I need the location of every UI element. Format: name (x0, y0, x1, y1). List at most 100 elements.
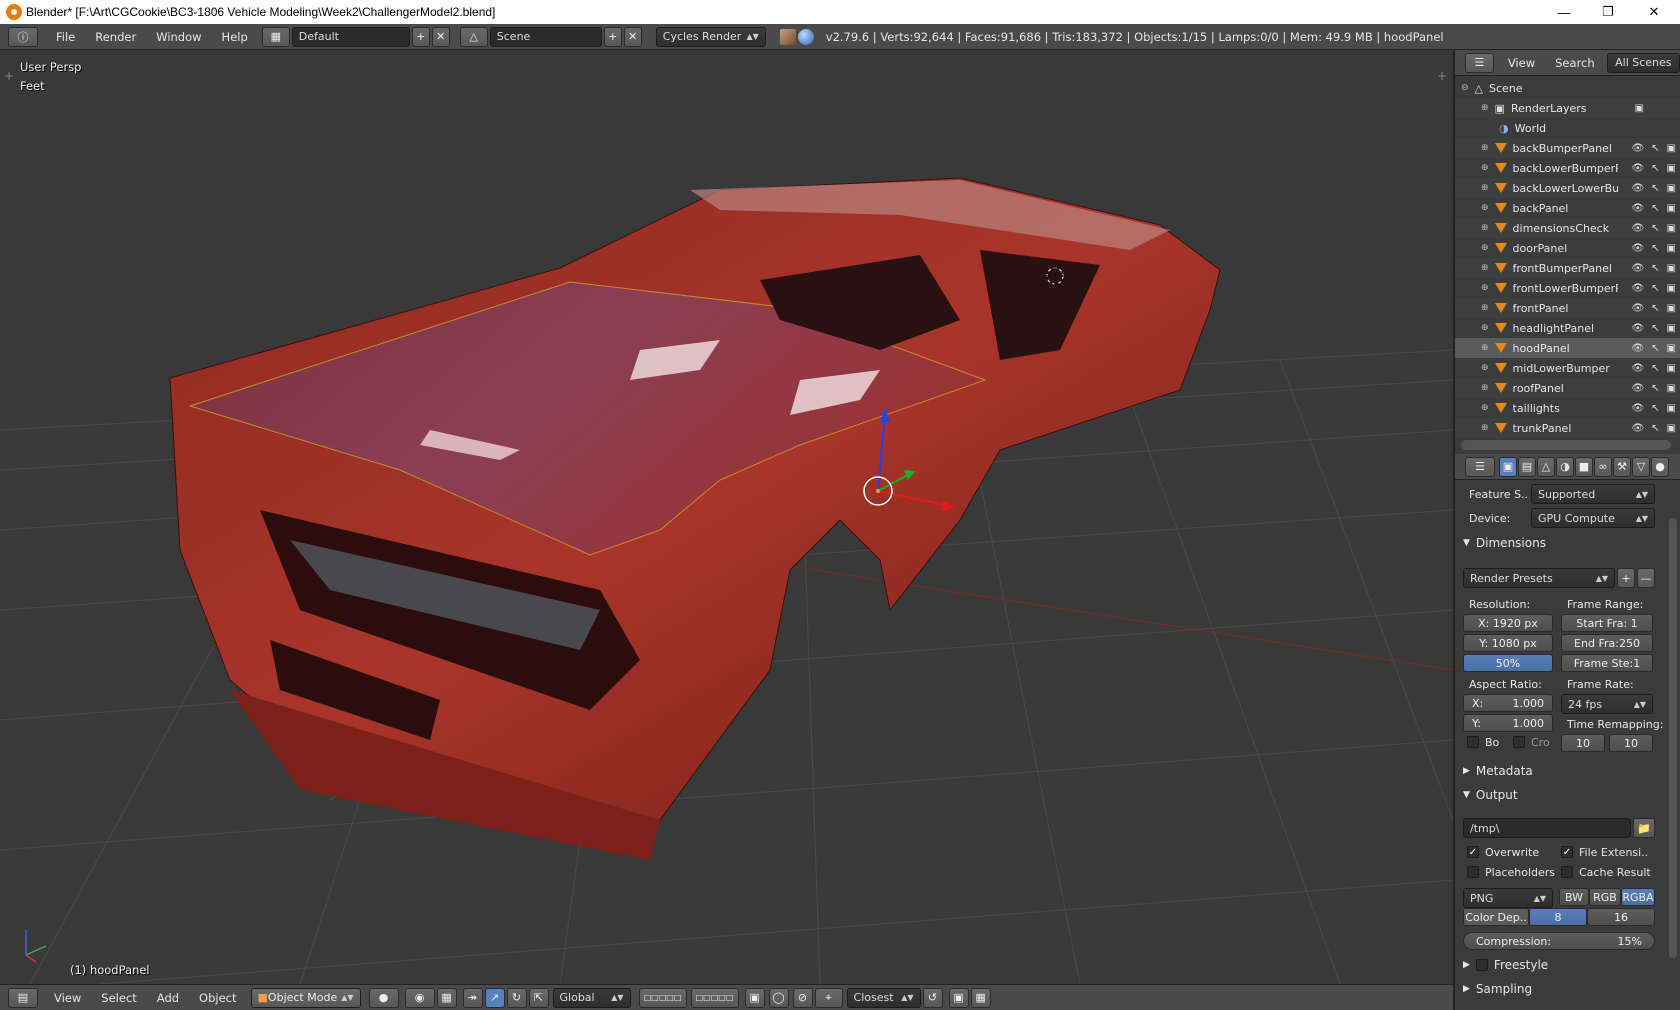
visibility-eye-icon[interactable]: 👁 (1631, 143, 1644, 154)
material-tab-icon[interactable]: ● (1651, 456, 1669, 477)
color-depth-8-button[interactable]: 8 (1529, 908, 1587, 926)
pivot-point-icon[interactable]: ◉ (404, 987, 435, 1008)
outliner-tab-view[interactable]: View (1498, 56, 1545, 70)
layer-buttons-group-2[interactable]: □□□□□ (690, 987, 739, 1008)
resolution-x-field[interactable]: X: 1920 px (1463, 614, 1553, 632)
renderability-camera-icon[interactable]: ▣ (1667, 363, 1676, 374)
renderability-camera-icon[interactable]: ▣ (1667, 183, 1676, 194)
opengl-render-animation-icon[interactable]: ▦ (970, 987, 991, 1008)
resolution-percentage-field[interactable]: 50% (1463, 654, 1553, 672)
menu-object[interactable]: Object (189, 991, 246, 1005)
scene-icon[interactable]: △ (459, 26, 488, 47)
selectability-cursor-icon[interactable]: ↖ (1651, 163, 1659, 174)
resolution-y-field[interactable]: Y: 1080 px (1463, 634, 1553, 652)
expand-icon[interactable]: ⊕ (1481, 383, 1489, 393)
output-section-header[interactable]: ▼ Output (1463, 788, 1518, 802)
file-extensions-checkbox[interactable]: ✓ (1561, 846, 1573, 858)
compression-slider[interactable]: Compression: 15% (1463, 932, 1655, 950)
selectability-cursor-icon[interactable]: ↖ (1651, 203, 1659, 214)
outliner-object-row[interactable]: ⊕ dimensionsCheck 👁 ↖ ▣ (1455, 218, 1680, 238)
renderability-camera-icon[interactable]: ▣ (1667, 283, 1676, 294)
rotate-manipulator-icon[interactable]: ↻ (506, 987, 527, 1008)
sampling-section-header[interactable]: ▶ Sampling (1463, 982, 1532, 996)
menu-help[interactable]: Help (212, 30, 258, 44)
time-remap-new-field[interactable]: 10 (1609, 734, 1653, 752)
expand-icon[interactable]: ⊕ (1481, 243, 1489, 253)
device-dropdown[interactable]: GPU Compute ▲▼ (1531, 508, 1655, 528)
selectability-cursor-icon[interactable]: ↖ (1651, 303, 1659, 314)
scene-field[interactable]: Scene (489, 26, 602, 47)
outliner-world-row[interactable]: ◑ World (1455, 118, 1680, 138)
render-tab-icon[interactable]: ▣ (1499, 456, 1517, 477)
selectability-cursor-icon[interactable]: ↖ (1651, 223, 1659, 234)
properties-scrollbar[interactable] (1669, 518, 1677, 958)
expand-icon[interactable]: ⊕ (1481, 183, 1489, 193)
snap-element-icon[interactable]: ⌖ (814, 987, 843, 1008)
maximize-button[interactable]: ❐ (1586, 0, 1630, 24)
visibility-eye-icon[interactable]: 👁 (1631, 163, 1644, 174)
world-preview-icon[interactable] (797, 28, 814, 45)
visibility-eye-icon[interactable]: 👁 (1631, 323, 1644, 334)
outliner-scrollbar[interactable] (1461, 440, 1671, 450)
delete-layout-button[interactable]: ✕ (431, 26, 450, 47)
collapse-icon[interactable]: ⊖ (1461, 83, 1469, 93)
renderability-camera-icon[interactable]: ▣ (1667, 303, 1676, 314)
outliner-object-row[interactable]: ⊕ headlightPanel 👁 ↖ ▣ (1455, 318, 1680, 338)
aspect-x-field[interactable]: X: 1.000 (1463, 694, 1553, 712)
selectability-cursor-icon[interactable]: ↖ (1651, 323, 1659, 334)
expand-icon[interactable]: ⊕ (1481, 303, 1489, 313)
selectability-cursor-icon[interactable]: ↖ (1651, 183, 1659, 194)
selectability-cursor-icon[interactable]: ↖ (1651, 363, 1659, 374)
car-body-mesh[interactable] (169, 177, 1221, 860)
expand-icon[interactable]: ⊕ (1481, 323, 1489, 333)
render-preview-icon[interactable] (779, 28, 796, 45)
viewport-canvas[interactable]: + + (0, 50, 1453, 984)
screen-layout-field[interactable]: Default (291, 26, 410, 47)
constraints-tab-icon[interactable]: ∞ (1594, 456, 1612, 477)
proportional-edit-icon[interactable]: ◯ (768, 987, 789, 1008)
start-frame-field[interactable]: Start Fra: 1 (1561, 614, 1653, 632)
layers-toggle-icon[interactable]: ▦ (436, 987, 457, 1008)
layer-buttons-group-1[interactable]: □□□□□ (638, 987, 687, 1008)
close-button[interactable]: ✕ (1632, 0, 1676, 24)
mode-dropdown[interactable]: ■ Object Mode ▲▼ (250, 987, 361, 1008)
visibility-eye-icon[interactable]: 👁 (1631, 283, 1644, 294)
menu-window[interactable]: Window (146, 30, 211, 44)
manipulator-toggle-icon[interactable]: ↠ (462, 987, 483, 1008)
renderability-camera-icon[interactable]: ▣ (1667, 143, 1676, 154)
expand-icon[interactable]: ⊕ (1481, 283, 1489, 293)
visibility-eye-icon[interactable]: 👁 (1631, 343, 1644, 354)
metadata-section-header[interactable]: ▶ Metadata (1463, 764, 1533, 778)
outliner-object-row[interactable]: ⊕ taillights 👁 ↖ ▣ (1455, 398, 1680, 418)
aspect-y-field[interactable]: Y: 1.000 (1463, 714, 1553, 732)
menu-view[interactable]: View (44, 991, 91, 1005)
renderability-camera-icon[interactable]: ▣ (1667, 403, 1676, 414)
color-rgb-button[interactable]: RGB (1589, 888, 1621, 906)
menu-render[interactable]: Render (85, 30, 146, 44)
visibility-eye-icon[interactable]: 👁 (1631, 183, 1644, 194)
data-tab-icon[interactable]: ▽ (1632, 456, 1650, 477)
transform-orientation-dropdown[interactable]: Global ▲▼ (552, 987, 631, 1008)
expand-icon[interactable]: ⊕ (1481, 343, 1489, 353)
color-rgba-button[interactable]: RGBA (1621, 888, 1655, 906)
expand-icon[interactable]: ⊕ (1481, 203, 1489, 213)
modifiers-tab-icon[interactable]: ⚒ (1613, 456, 1631, 477)
color-depth-16-button[interactable]: 16 (1587, 908, 1655, 926)
visibility-eye-icon[interactable]: 👁 (1631, 303, 1644, 314)
3d-viewport[interactable]: + + User Persp Feet (1) hoodPanel (0, 50, 1453, 984)
expand-icon[interactable]: ⊕ (1481, 363, 1489, 373)
color-bw-button[interactable]: BW (1559, 888, 1589, 906)
renderability-camera-icon[interactable]: ▣ (1667, 423, 1676, 434)
selectability-cursor-icon[interactable]: ↖ (1651, 403, 1659, 414)
editor-type-properties-icon[interactable]: ☰ (1465, 456, 1495, 477)
overwrite-checkbox[interactable]: ✓ (1467, 846, 1479, 858)
outliner-object-row[interactable]: ⊕ backPanel 👁 ↖ ▣ (1455, 198, 1680, 218)
menu-select[interactable]: Select (91, 991, 146, 1005)
translate-manipulator-icon[interactable]: ↗ (484, 987, 505, 1008)
world-tab-icon[interactable]: ◑ (1556, 456, 1574, 477)
expand-icon[interactable]: ⊕ (1481, 103, 1489, 113)
outliner-object-row[interactable]: ⊕ doorPanel 👁 ↖ ▣ (1455, 238, 1680, 258)
outliner-object-row[interactable]: ⊕ backLowerBumperPa 👁 ↖ ▣ (1455, 158, 1680, 178)
outliner-object-row[interactable]: ⊕ frontPanel 👁 ↖ ▣ (1455, 298, 1680, 318)
dimensions-section-header[interactable]: ▼ Dimensions (1463, 536, 1546, 550)
